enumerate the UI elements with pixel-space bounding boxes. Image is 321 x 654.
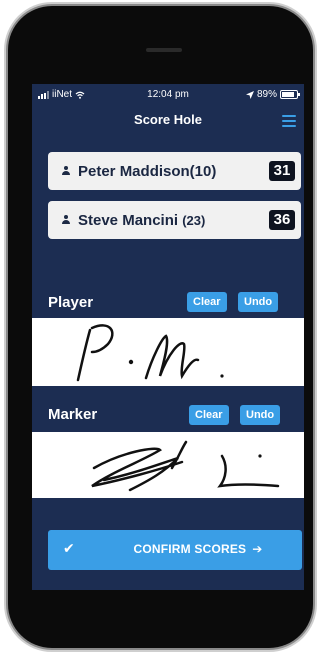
player-undo-button[interactable]: Undo (238, 292, 279, 312)
player-signature-pad[interactable] (32, 318, 304, 386)
player-score: 36 (269, 210, 295, 230)
page-title: Score Hole (134, 112, 202, 127)
location-arrow-icon (245, 90, 254, 99)
battery-percent: 89% (256, 89, 277, 100)
player-name-text: Steve Mancini (78, 211, 179, 229)
confirm-scores-button[interactable]: ✔ CONFIRM SCORES ➔ (48, 530, 302, 570)
player-card-1[interactable]: Peter Maddison(10) 31 (48, 152, 301, 190)
user-icon (62, 166, 70, 176)
player-score: 31 (269, 161, 295, 181)
player-clear-button[interactable]: Clear (187, 292, 227, 312)
app-screen: iiNet 12:04 pm 89% Score Hole Peter Madd… (32, 84, 304, 590)
status-right: 89% (245, 89, 300, 100)
phone-speaker (146, 48, 182, 52)
user-icon (62, 215, 70, 225)
marker-clear-button[interactable]: Clear (189, 405, 229, 425)
player-name: Peter Maddison(10) (78, 162, 217, 180)
phone-frame: iiNet 12:04 pm 89% Score Hole Peter Madd… (8, 6, 313, 648)
hamburger-menu-icon[interactable] (282, 115, 296, 127)
marker-undo-button[interactable]: Undo (240, 405, 281, 425)
battery-icon (280, 90, 300, 99)
arrow-right-icon: ➔ (252, 542, 263, 556)
marker-signature-pad[interactable] (32, 432, 304, 498)
player-card-2[interactable]: Steve Mancini (23) 36 (48, 201, 301, 239)
home-button[interactable] (146, 616, 190, 654)
nav-bar: Score Hole (32, 104, 304, 142)
player-signature-label: Player (48, 294, 94, 311)
confirm-text: CONFIRM SCORES (133, 542, 247, 556)
marker-signature-stroke (91, 440, 280, 492)
player-name: Steve Mancini (23) (78, 212, 205, 229)
confirm-scores-label: CONFIRM SCORES ➔ (48, 542, 302, 556)
player-signature-stroke (76, 324, 224, 382)
status-bar: iiNet 12:04 pm 89% (32, 84, 304, 102)
player-handicap: (23) (182, 212, 206, 228)
marker-signature-label: Marker (48, 406, 98, 423)
